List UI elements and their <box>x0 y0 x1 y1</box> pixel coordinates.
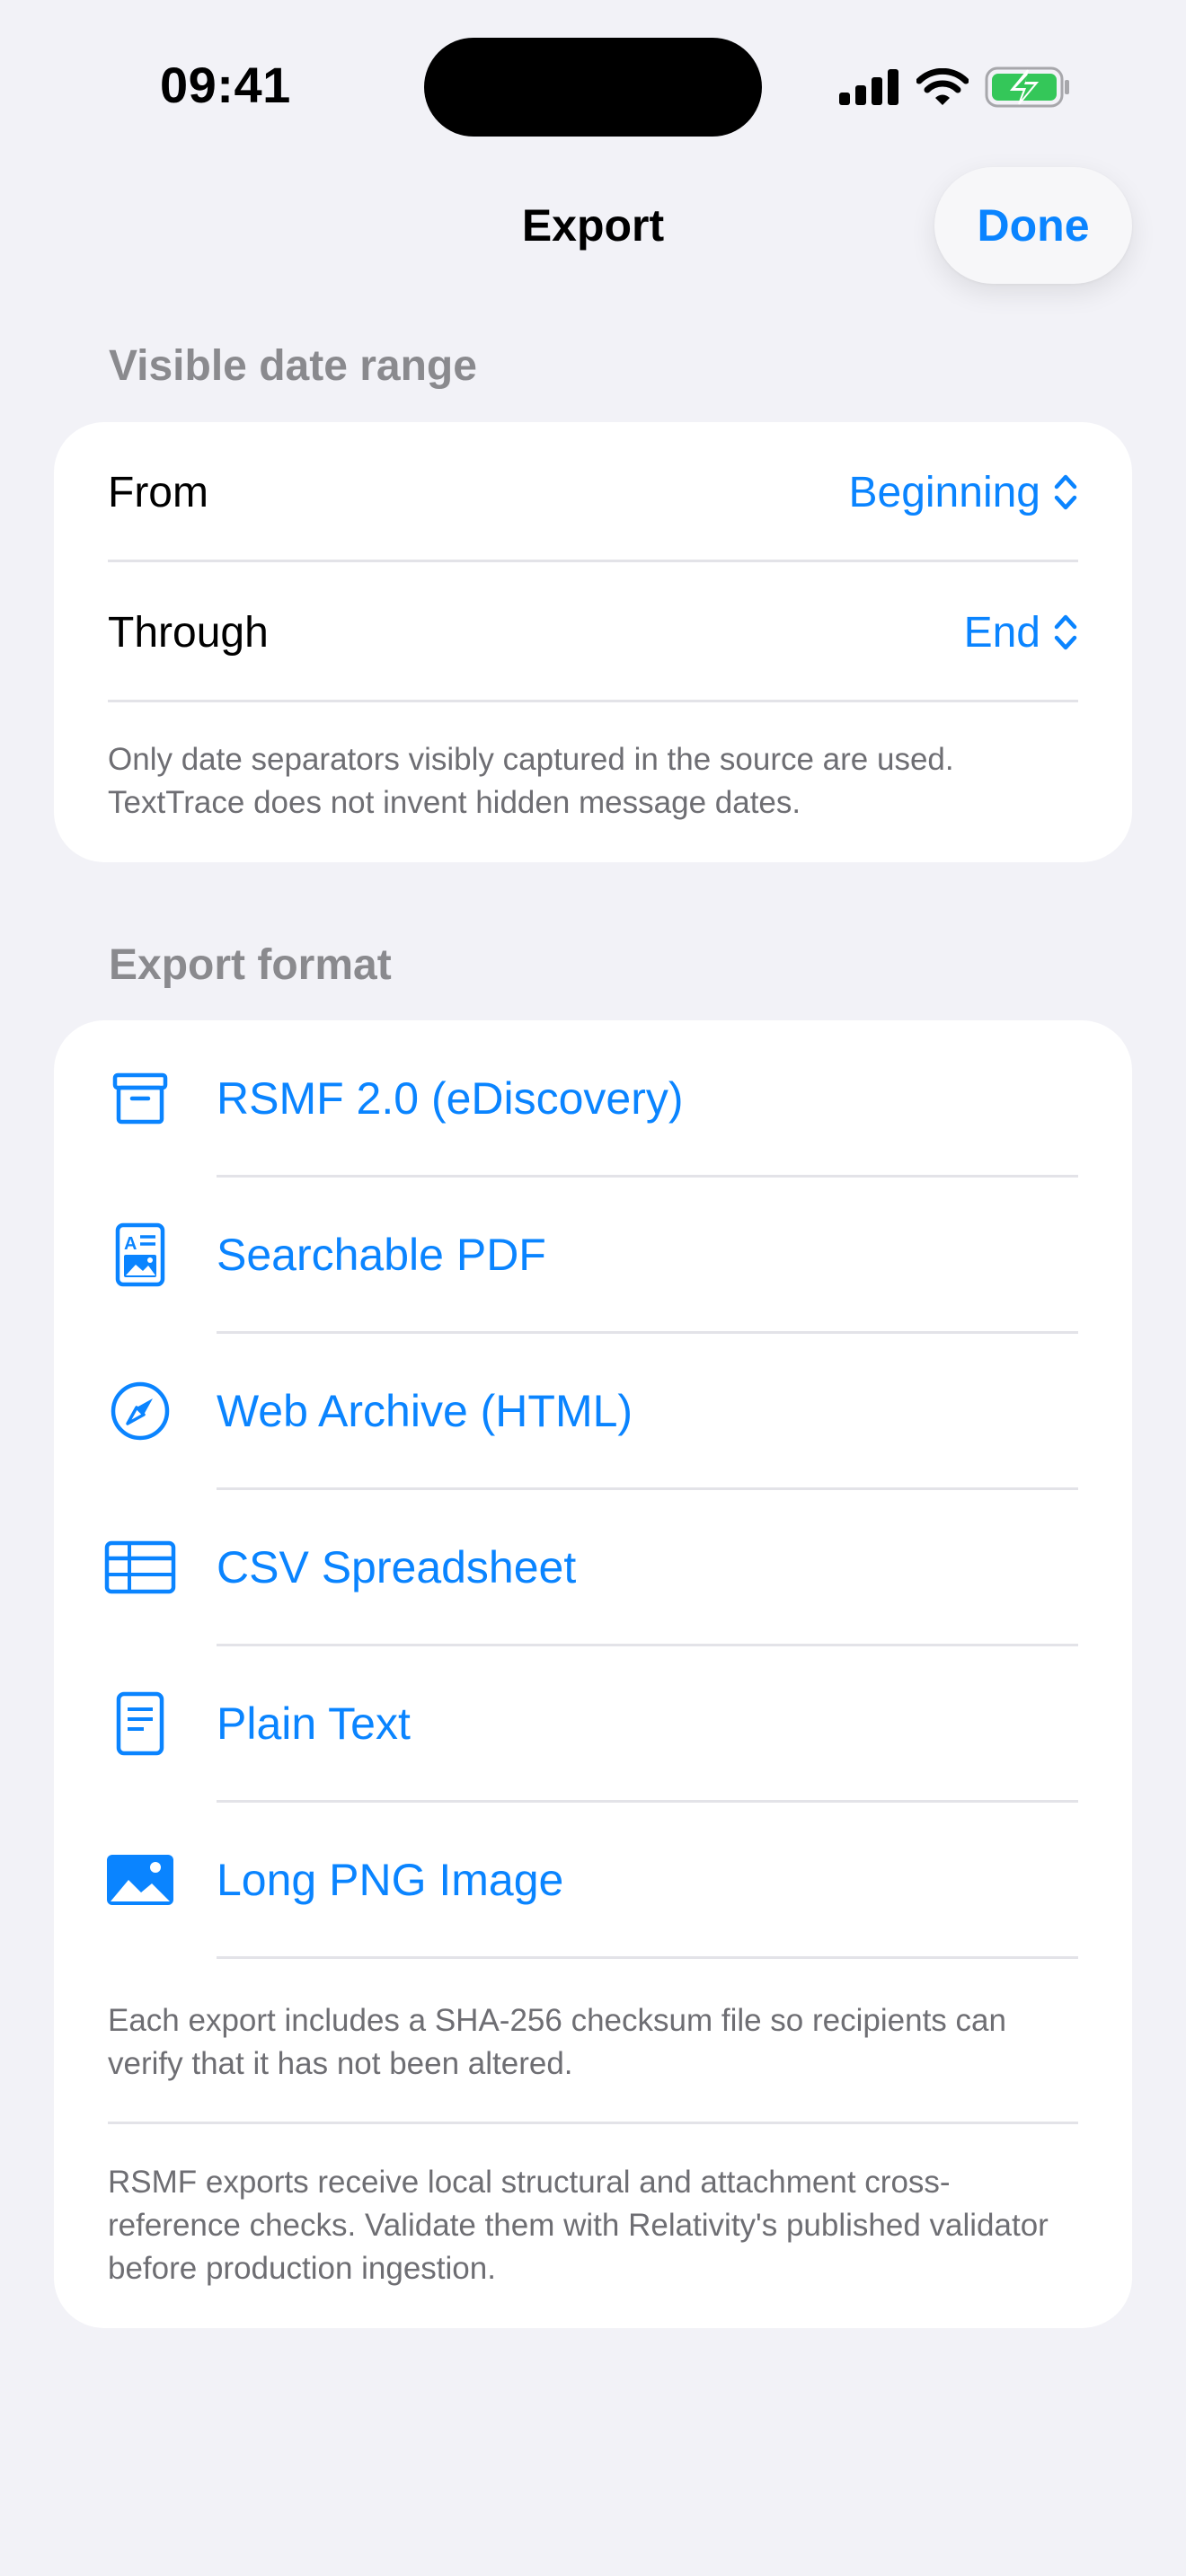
svg-text:A: A <box>124 1234 137 1254</box>
wifi-icon <box>916 68 969 105</box>
status-bar: 09:41 <box>0 0 1186 171</box>
format-row-text[interactable]: Plain Text <box>54 1645 1132 1802</box>
format-row-html[interactable]: Web Archive (HTML) <box>54 1333 1132 1489</box>
photo-icon <box>104 1844 176 1916</box>
archive-box-icon <box>104 1063 176 1134</box>
format-label-pdf: Searchable PDF <box>217 1230 546 1280</box>
status-time: 09:41 <box>160 57 291 113</box>
table-icon <box>104 1531 176 1603</box>
through-value: End <box>963 608 1040 657</box>
divider <box>217 1956 1078 1959</box>
from-picker[interactable]: Beginning <box>848 468 1078 517</box>
format-label-html: Web Archive (HTML) <box>217 1386 633 1436</box>
document-image-icon: A <box>104 1219 176 1291</box>
format-row-rsmf[interactable]: RSMF 2.0 (eDiscovery) <box>54 1020 1132 1177</box>
from-value: Beginning <box>848 468 1040 516</box>
checksum-note: Each export includes a SHA-256 checksum … <box>108 2003 1006 2081</box>
from-row[interactable]: From Beginning <box>108 422 1078 562</box>
format-row-png[interactable]: Long PNG Image <box>54 1802 1132 1958</box>
done-button[interactable]: Done <box>934 167 1132 284</box>
cellular-signal-icon <box>839 69 898 105</box>
through-picker[interactable]: End <box>964 608 1078 657</box>
chevron-up-down-icon <box>1054 614 1077 650</box>
format-label-text: Plain Text <box>217 1698 411 1749</box>
rsmf-validation-note: RSMF exports receive local structural an… <box>108 2165 1049 2286</box>
date-range-note: Only date separators visibly captured in… <box>108 742 954 820</box>
format-label-png: Long PNG Image <box>217 1855 564 1905</box>
format-row-csv[interactable]: CSV Spreadsheet <box>54 1489 1132 1645</box>
chevron-up-down-icon <box>1054 474 1077 510</box>
from-label: From <box>108 468 208 516</box>
through-label: Through <box>108 608 269 657</box>
text-document-icon <box>104 1688 176 1760</box>
export-format-header: Export format <box>109 941 392 989</box>
battery-charging-icon <box>985 66 1069 108</box>
dynamic-island <box>424 38 762 137</box>
format-label-rsmf: RSMF 2.0 (eDiscovery) <box>217 1073 684 1124</box>
divider <box>108 2122 1078 2124</box>
format-row-pdf[interactable]: A Searchable PDF <box>54 1177 1132 1333</box>
through-row[interactable]: Through End <box>108 562 1078 702</box>
format-label-csv: CSV Spreadsheet <box>217 1542 577 1592</box>
compass-icon <box>104 1375 176 1447</box>
divider <box>108 700 1078 702</box>
status-icons <box>839 65 1071 110</box>
date-range-card: From Beginning Through End Only date sep… <box>54 422 1132 862</box>
export-format-card: RSMF 2.0 (eDiscovery) A Searchable PDF W… <box>54 1020 1132 2328</box>
date-range-header: Visible date range <box>109 342 477 390</box>
